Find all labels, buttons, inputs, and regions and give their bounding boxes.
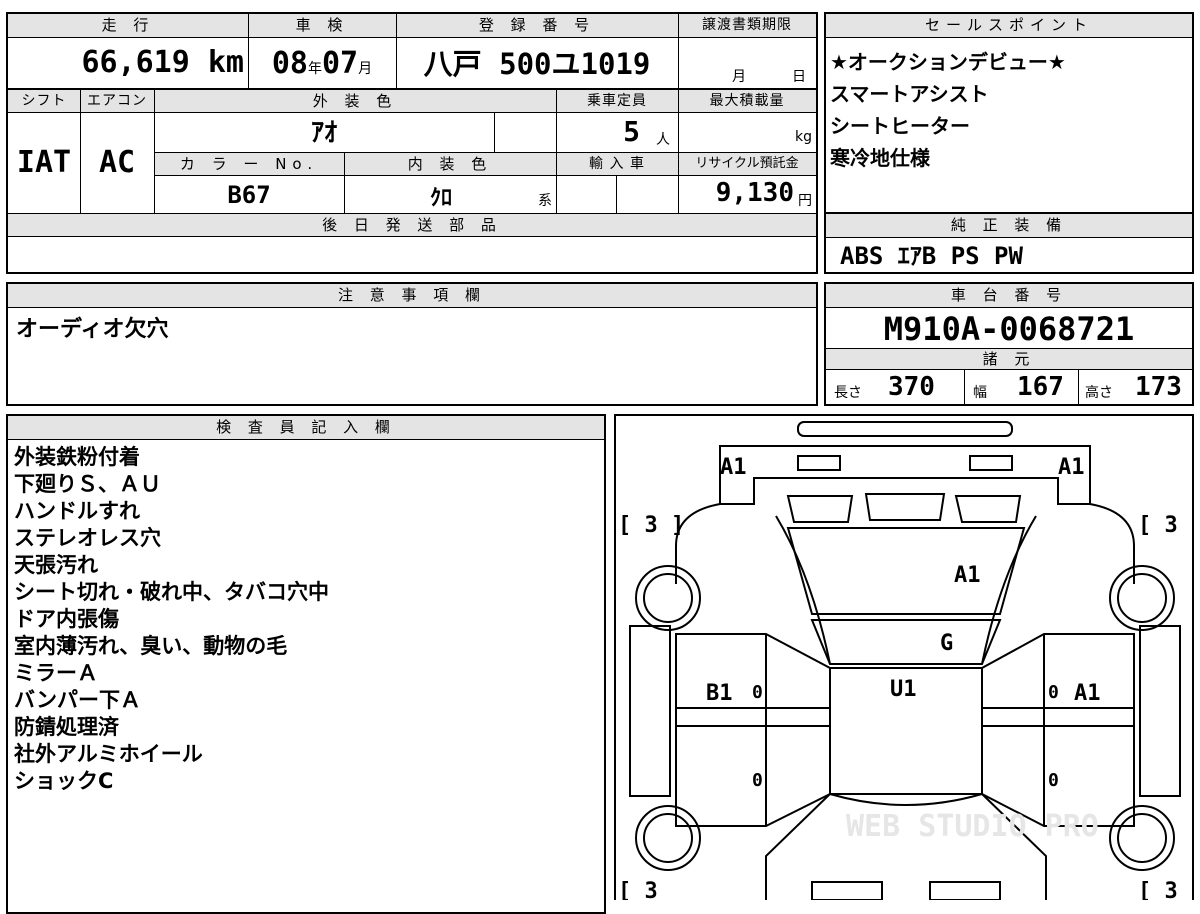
standard-equipment-header: 純 正 装 備 (826, 214, 1192, 238)
height-label: 高さ (1085, 385, 1113, 401)
shift-value: IAT (16, 145, 72, 180)
shift-header: シフト (8, 89, 80, 113)
color-no-value: B67 (227, 181, 271, 209)
tire-fr-mark: [ 3 ] (1138, 513, 1192, 538)
chassis-header: 車 台 番 号 (826, 284, 1192, 308)
front-right-mark: A1 (1058, 455, 1085, 480)
capacity-value: 5 人 (623, 115, 670, 148)
capacity-header: 乗車定員 (556, 89, 678, 113)
import-header: 輸 入 車 (556, 152, 678, 176)
width-label: 幅 (973, 385, 987, 401)
sales-points-panel: セールスポイント ★オークションデビュー★ スマートアシスト シートヒーター 寒… (824, 12, 1194, 214)
inspector-item: ステレオレス穴 (14, 526, 161, 550)
interior-color-value: ｸﾛ 系 (430, 186, 552, 211)
notes-value: オーディオ欠穴 (16, 317, 169, 342)
max-load-value: kg (678, 113, 816, 151)
sales-point-item: 寒冷地仕様 (830, 146, 930, 170)
sales-points-header: セールスポイント (826, 14, 1192, 38)
sales-points-list: ★オークションデビュー★ スマートアシスト シートヒーター 寒冷地仕様 (830, 46, 1190, 174)
inspector-panel: 検 査 員 記 入 欄 外装鉄粉付着 下廻りＳ、ＡＵ ハンドルすれ ステレオレス… (6, 414, 606, 914)
recycle-value: 9,130 円 (715, 178, 812, 209)
notes-header: 注 意 事 項 欄 (8, 284, 816, 308)
door-mark: 0 (1048, 682, 1059, 703)
sales-point-item: スマートアシスト (830, 82, 989, 106)
watermark: WEB STUDIO PRO (846, 809, 1099, 844)
mileage-header: 走 行 (8, 14, 248, 38)
recycle-header: リサイクル預託金 (678, 152, 816, 176)
chassis-panel: 車 台 番 号 M910A-0068721 諸 元 長さ 370 幅 167 高… (824, 282, 1194, 406)
inspector-list: 外装鉄粉付着 下廻りＳ、ＡＵ ハンドルすれ ステレオレス穴 天張汚れ シート切れ… (14, 444, 600, 795)
notes-panel: 注 意 事 項 欄 オーディオ欠穴 (6, 282, 818, 406)
inspector-item: 外装鉄粉付着 (14, 445, 140, 469)
hood-mark: A1 (954, 563, 981, 588)
inspector-header: 検 査 員 記 入 欄 (8, 416, 604, 440)
tire-rl-mark: [ 3 (618, 879, 658, 900)
inspector-item: ハンドルすれ (14, 499, 140, 523)
interior-suffix: 系 (538, 193, 552, 209)
transfer-deadline-value: 月 日 (678, 38, 816, 88)
inspector-item: 社外アルミホイール (14, 742, 203, 766)
right-door-mark: A1 (1074, 681, 1101, 706)
capacity-unit: 人 (656, 132, 670, 148)
height-value: 173 (1135, 372, 1182, 402)
spec-height: 高さ 173 (1078, 370, 1192, 404)
inspection-month: 07 (322, 46, 359, 81)
vehicle-info-panel: 走 行 車 検 登 録 番 号 譲渡書類期限 66,619 km 08年07 月 … (6, 12, 818, 274)
car-diagram-panel: A1 A1 [ 3 ] [ 3 ] A1 G U1 B1 A1 0 0 0 0 … (614, 414, 1194, 900)
sales-point-item: ★オークションデビュー★ (830, 50, 1066, 74)
inspector-item: 室内薄汚れ、臭い、動物の毛 (14, 634, 288, 658)
inspector-item: 天張汚れ (14, 553, 98, 577)
length-label: 長さ (834, 385, 862, 401)
inspector-item: 下廻りＳ、ＡＵ (14, 472, 161, 496)
transfer-day-unit: 日 (792, 69, 806, 85)
specs-header: 諸 元 (826, 348, 1192, 370)
standard-equipment-panel: 純 正 装 備 ABS ｴｱB PS PW (824, 212, 1194, 274)
roof-mark: U1 (890, 677, 917, 702)
inspection-header: 車 検 (248, 14, 396, 38)
tire-fl-mark: [ 3 ] (618, 513, 684, 538)
length-value: 370 (888, 372, 935, 402)
car-diagram: A1 A1 [ 3 ] [ 3 ] A1 G U1 B1 A1 0 0 0 0 … (618, 421, 1192, 900)
door-mark: 0 (752, 682, 763, 703)
transfer-month-unit: 月 (732, 69, 746, 85)
chassis-number: M910A-0068721 (883, 310, 1135, 348)
registration-value: 八戸 500ユ1019 (423, 47, 651, 81)
inspector-item: シート切れ・破れ中、タバコ穴中 (14, 580, 329, 604)
interior-color-header: 内 装 色 (344, 152, 556, 176)
mileage-unit: km (207, 45, 244, 80)
front-left-mark: A1 (720, 455, 747, 480)
exterior-color-header: 外 装 色 (154, 89, 556, 113)
aircon-value: AC (98, 145, 136, 180)
transfer-deadline-header: 譲渡書類期限 (678, 14, 816, 38)
spec-length: 長さ 370 (826, 370, 964, 404)
inspector-item: ドア内張傷 (14, 607, 119, 631)
max-load-header: 最大積載量 (678, 89, 816, 113)
width-value: 167 (1017, 372, 1064, 402)
inspection-year: 08 (271, 46, 308, 81)
left-door-mark: B1 (706, 681, 733, 706)
aircon-header: エアコン (80, 89, 154, 113)
inspector-item: 防錆処理済 (14, 715, 119, 739)
inspector-item: ミラーＡ (14, 661, 98, 685)
later-parts-header: 後 日 発 送 部 品 (8, 213, 816, 237)
year-unit: 年 (308, 61, 322, 77)
inspection-date: 08年07月 (248, 38, 396, 88)
tire-rr-mark: [ 3 (1138, 879, 1178, 900)
inspector-item: ショックC (14, 769, 114, 793)
exterior-color-value: ｱｵ (310, 118, 337, 148)
color-no-header: カ ラ ー No. (154, 152, 344, 176)
max-load-unit: kg (795, 129, 812, 145)
recycle-unit: 円 (798, 193, 812, 209)
mileage-value: 66,619 km (81, 45, 244, 80)
month-unit: 月 (358, 61, 373, 77)
standard-equipment-value: ABS ｴｱB PS PW (840, 242, 1023, 270)
registration-header: 登 録 番 号 (396, 14, 678, 38)
door-mark: 0 (1048, 770, 1059, 791)
inspector-item: バンパー下Ａ (14, 688, 142, 712)
spec-width: 幅 167 (964, 370, 1078, 404)
sales-point-item: シートヒーター (830, 114, 970, 138)
windshield-mark: G (940, 631, 953, 656)
door-mark: 0 (752, 770, 763, 791)
